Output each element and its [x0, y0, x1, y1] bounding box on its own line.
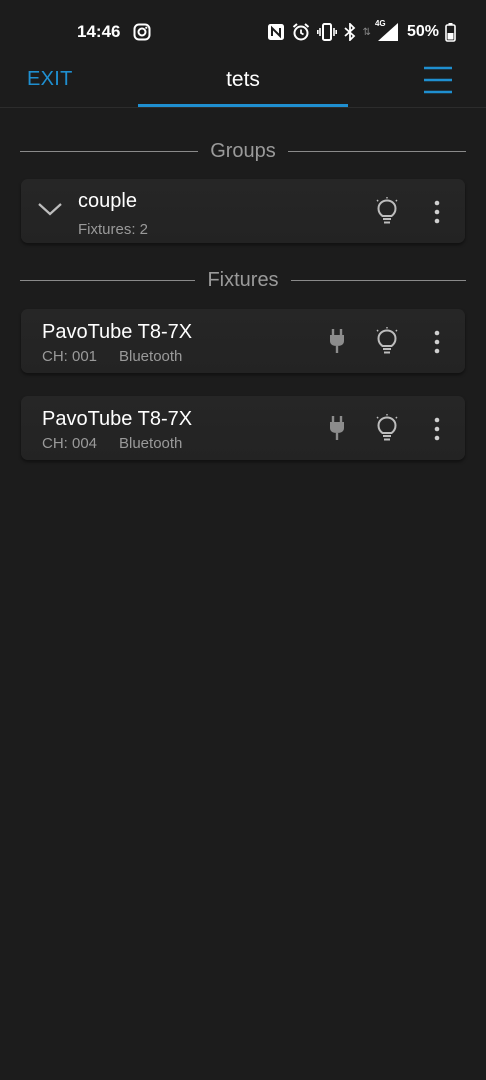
lightbulb-icon[interactable]	[374, 197, 400, 225]
lightbulb-icon[interactable]	[374, 327, 400, 355]
page-title: tets	[226, 68, 260, 91]
battery-percent: 50%	[406, 23, 439, 40]
battery-icon	[445, 22, 456, 42]
fixture-name: PavoTube T8-7X	[42, 408, 193, 430]
plug-icon	[330, 416, 344, 440]
title-underline	[138, 104, 348, 107]
hamburger-menu-icon[interactable]	[423, 65, 453, 95]
more-options-icon[interactable]	[432, 417, 442, 441]
signal-icon: 4G	[374, 19, 399, 42]
group-card-couple[interactable]: couple Fixtures: 2	[21, 179, 465, 243]
vibrate-icon	[316, 23, 337, 41]
app-bar: EXIT tets	[0, 62, 486, 108]
fixture-card[interactable]: PavoTube T8-7X CH: 004 Bluetooth	[21, 396, 465, 460]
bluetooth-icon	[343, 23, 355, 41]
fixture-connection: Bluetooth	[119, 435, 183, 452]
instagram-icon	[133, 23, 151, 41]
chevron-down-icon[interactable]	[37, 201, 63, 217]
group-name: couple	[78, 190, 137, 212]
exit-button[interactable]: EXIT	[27, 68, 73, 91]
network-type: 4G	[374, 19, 386, 28]
more-options-icon[interactable]	[432, 200, 442, 224]
status-icons: ⇅ 4G 50%	[267, 19, 456, 43]
lightbulb-icon[interactable]	[374, 414, 400, 442]
fixture-connection: Bluetooth	[119, 348, 183, 365]
divider-line	[287, 150, 466, 152]
groups-header-label: Groups	[210, 139, 276, 162]
more-options-icon[interactable]	[432, 330, 442, 354]
status-bar: 14:46 ⇅ 4G 50%	[0, 0, 486, 62]
nfc-icon	[267, 24, 284, 40]
divider-line	[20, 279, 196, 281]
fixture-channel: CH: 001	[42, 348, 98, 365]
fixture-name: PavoTube T8-7X	[42, 321, 193, 343]
fixtures-header-label: Fixtures	[207, 268, 279, 291]
plug-icon	[330, 329, 344, 353]
group-fixture-count: Fixtures: 2	[78, 221, 149, 238]
groups-section-header: Groups	[20, 139, 466, 163]
alarm-icon	[292, 23, 309, 41]
data-arrows-icon: ⇅	[362, 26, 371, 38]
divider-line	[20, 150, 199, 152]
fixture-channel: CH: 004	[42, 435, 98, 452]
status-time: 14:46	[77, 22, 121, 41]
fixture-card[interactable]: PavoTube T8-7X CH: 001 Bluetooth	[21, 309, 465, 373]
fixtures-section-header: Fixtures	[20, 268, 466, 292]
divider-line	[290, 279, 466, 281]
